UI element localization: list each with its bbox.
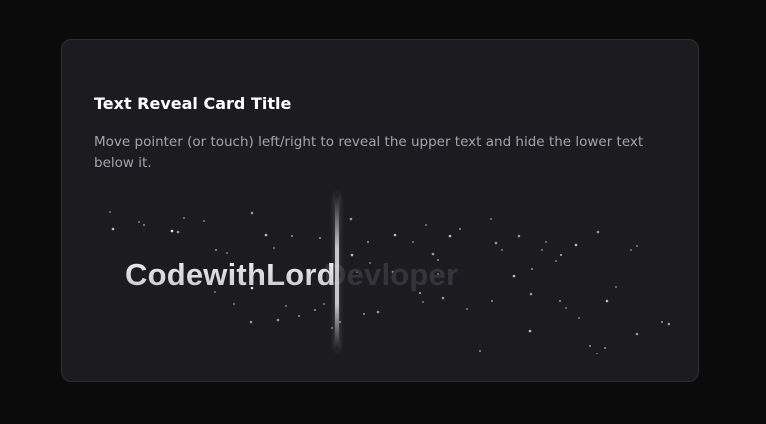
upper-text: CodewithLord: [125, 255, 336, 295]
star-particle: [565, 307, 567, 309]
upper-text-clip: CodewithLord: [94, 188, 336, 354]
star-particle: [555, 260, 557, 262]
reveal-area[interactable]: Devloper CodewithLord: [94, 188, 670, 354]
text-reveal-card: Text Reveal Card Title Move pointer (or …: [61, 39, 699, 382]
star-particle: [412, 241, 414, 243]
star-particle: [441, 296, 445, 300]
star-particle: [512, 274, 516, 278]
star-particle: [339, 321, 341, 323]
star-particle: [448, 234, 452, 238]
star-particle: [636, 245, 638, 247]
star-particle: [501, 249, 503, 251]
star-particle: [528, 329, 532, 333]
star-particle: [517, 234, 521, 238]
star-particle: [574, 243, 578, 247]
star-particle: [661, 321, 663, 323]
star-particle: [630, 249, 632, 251]
star-particle: [531, 268, 533, 270]
star-particle: [596, 353, 598, 354]
star-particle: [422, 301, 424, 303]
star-particle: [667, 322, 670, 326]
star-particle: [490, 218, 492, 220]
star-particle: [529, 292, 533, 296]
star-particle: [491, 300, 493, 302]
star-particle: [545, 241, 547, 243]
star-particle: [596, 230, 600, 234]
star-particle: [466, 308, 468, 310]
star-particle: [589, 345, 591, 347]
star-particle: [560, 254, 562, 256]
lower-text: Devloper: [324, 257, 459, 292]
star-particle: [367, 241, 369, 243]
star-particle: [459, 228, 461, 230]
star-particle: [494, 241, 498, 245]
star-particle: [541, 249, 543, 251]
star-particle: [615, 286, 617, 288]
star-particle: [425, 224, 427, 226]
star-particle: [479, 350, 481, 352]
reveal-divider-handle[interactable]: [335, 194, 339, 350]
star-particle: [393, 233, 397, 237]
star-particle: [635, 332, 639, 336]
star-particle: [349, 217, 353, 221]
star-particle: [604, 347, 606, 349]
card-description: Move pointer (or touch) left/right to re…: [94, 134, 644, 171]
star-particle: [578, 317, 580, 319]
card-title: Text Reveal Card Title: [94, 94, 292, 113]
star-particle: [559, 300, 561, 302]
star-particle: [363, 313, 365, 315]
star-particle: [376, 310, 380, 314]
star-particle: [605, 299, 609, 303]
